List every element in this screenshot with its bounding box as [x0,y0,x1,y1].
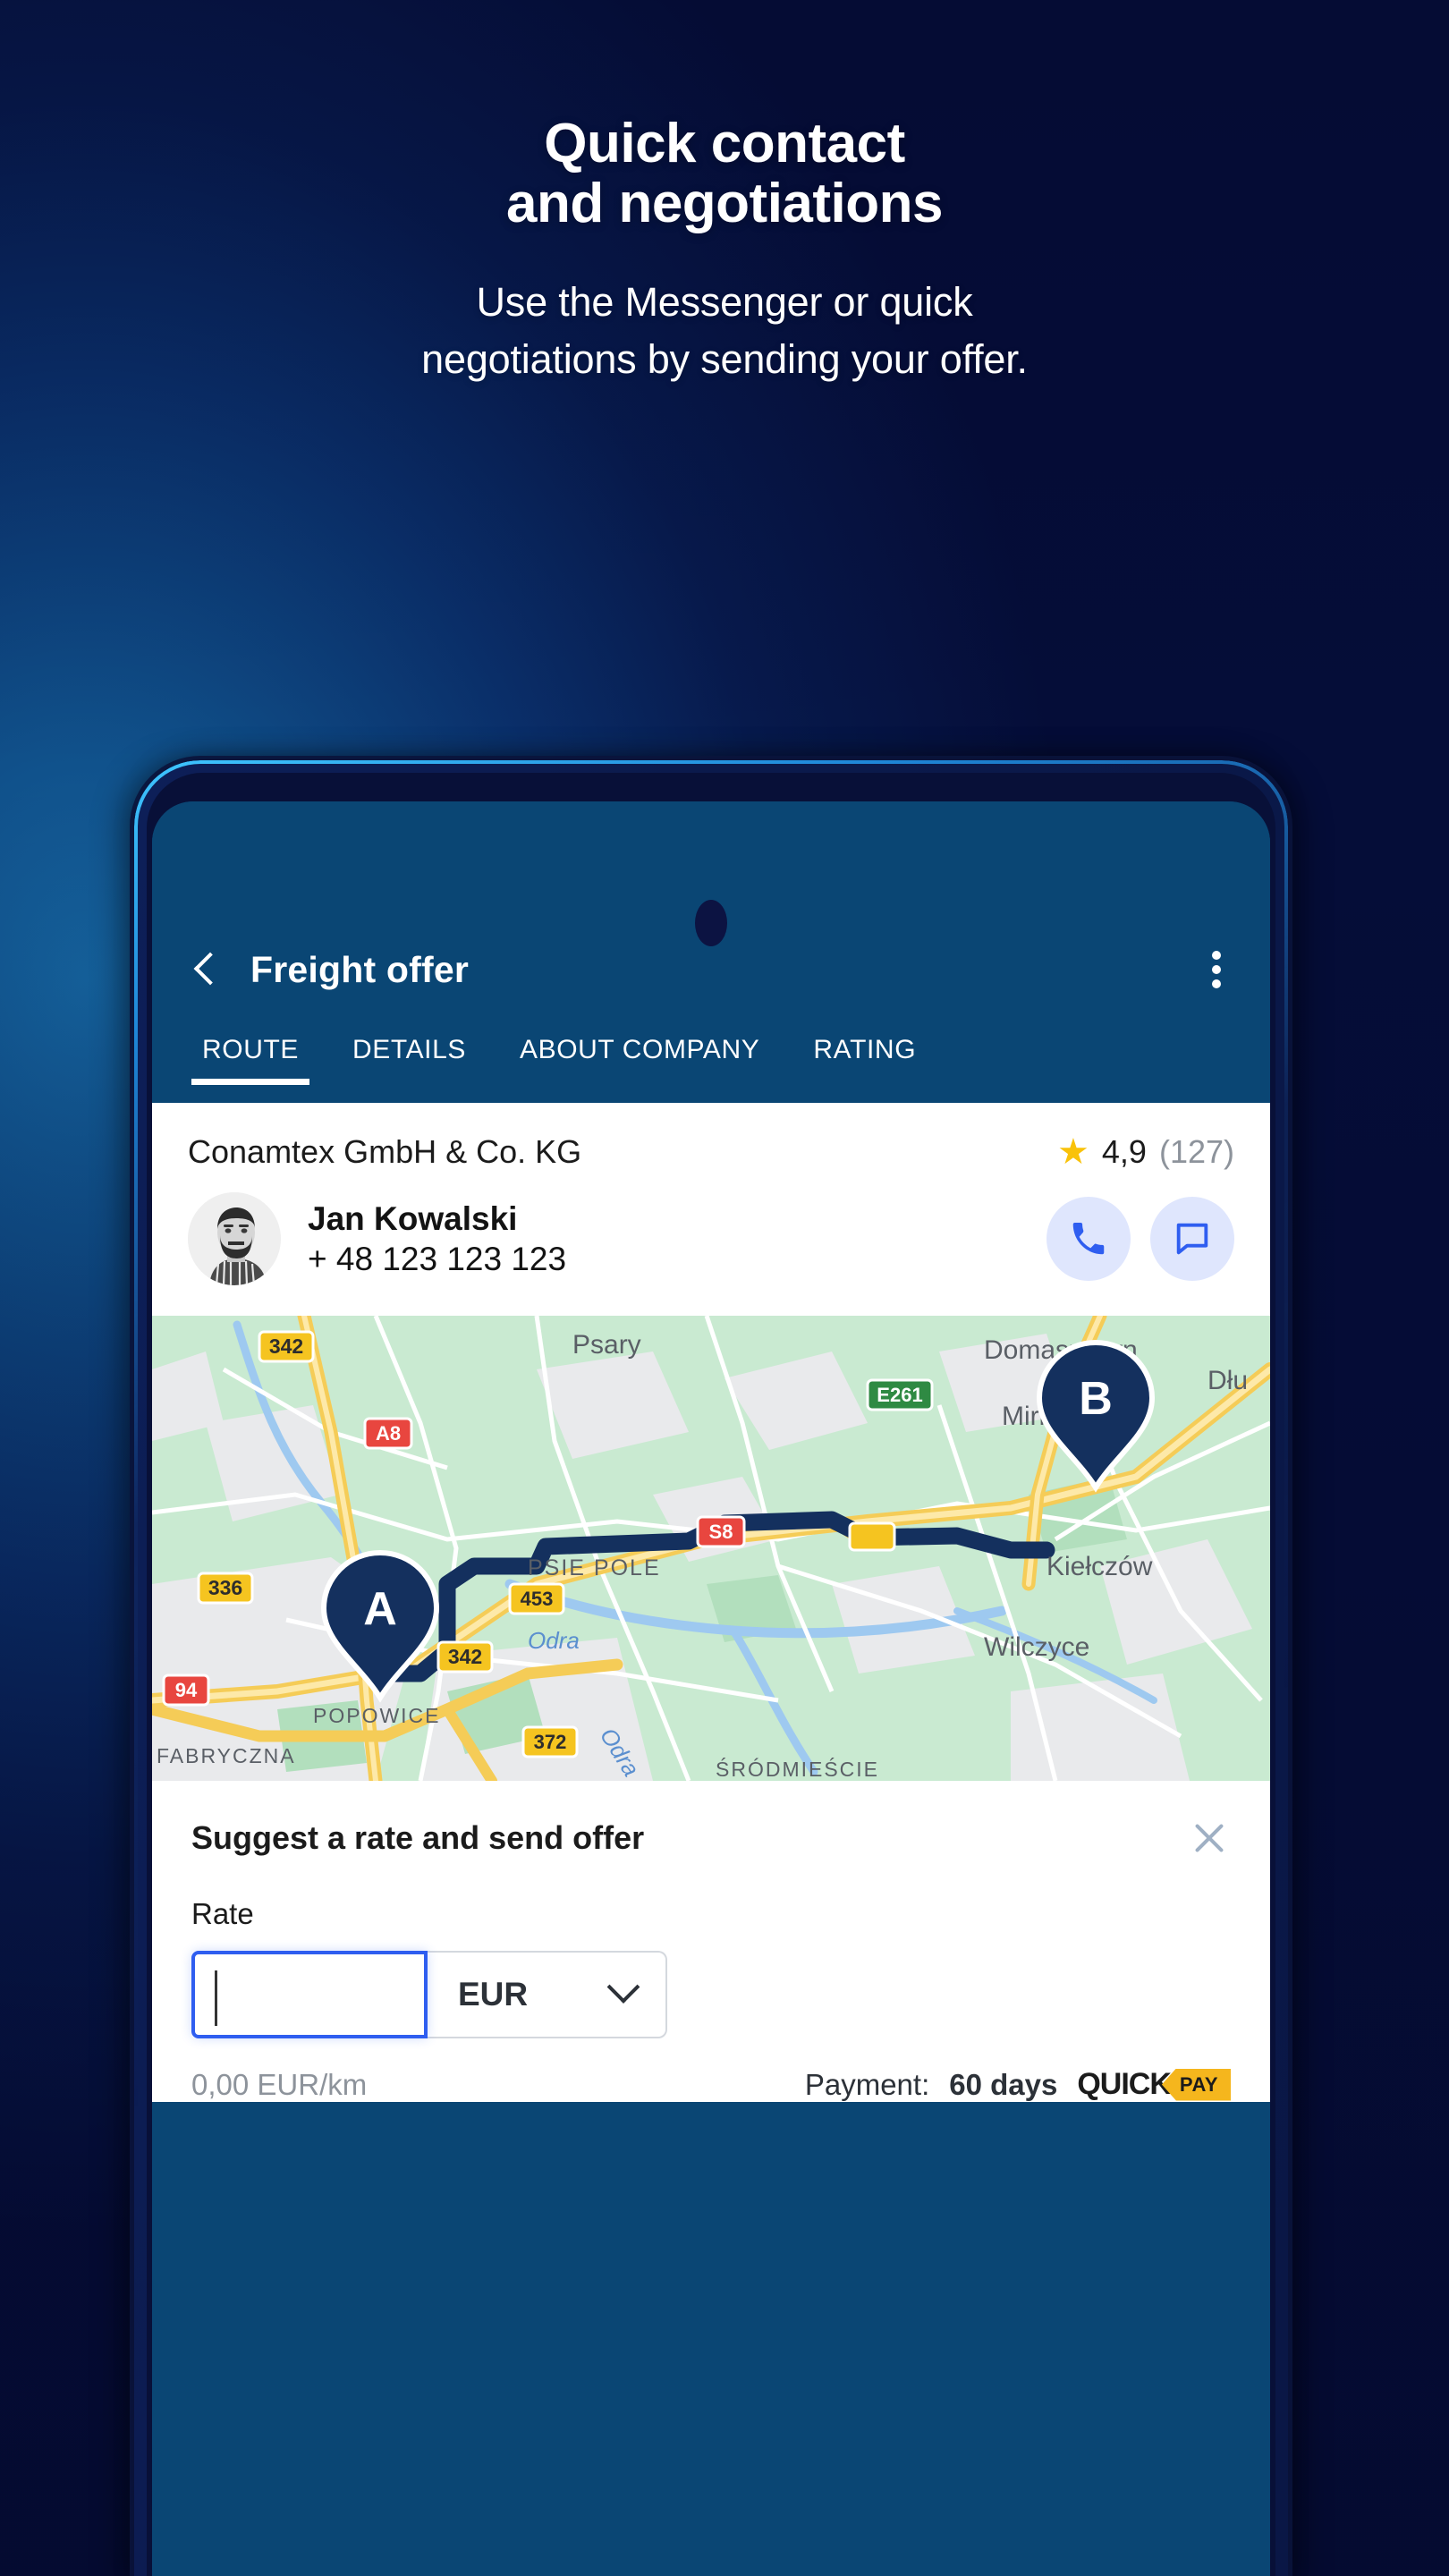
company-row: Conamtex GmbH & Co. KG ★ 4,9 (127) [152,1103,1270,1187]
call-button[interactable] [1046,1197,1131,1281]
svg-text:A8: A8 [376,1422,401,1445]
phone-mockup: Freight offer ROUTE DETAILS ABOUT COMPAN… [134,760,1288,2576]
rate-input[interactable] [191,1951,428,2038]
svg-text:PSIE POLE: PSIE POLE [528,1555,661,1580]
contact-actions [1046,1197,1234,1281]
promo-subhead: Use the Messenger or quick negotiations … [0,234,1449,388]
offer-card: Conamtex GmbH & Co. KG ★ 4,9 (127) Jan K… [152,1103,1270,2102]
svg-text:A: A [363,1583,397,1635]
kebab-menu-icon[interactable] [1195,948,1238,991]
svg-text:Odra: Odra [528,1627,580,1654]
contact-phone: + 48 123 123 123 [308,1241,567,1277]
svg-text:342: 342 [448,1645,482,1668]
svg-text:Dłu: Dłu [1208,1366,1248,1395]
text-caret [215,1970,217,2026]
svg-text:Wilczyce: Wilczyce [984,1632,1089,1662]
svg-text:E261: E261 [877,1384,922,1406]
company-name: Conamtex GmbH & Co. KG [188,1133,582,1170]
close-icon[interactable] [1188,1817,1231,1860]
suggest-rate-title: Suggest a rate and send offer [191,1819,645,1856]
svg-text:372: 372 [534,1731,567,1753]
contact-name: Jan Kowalski [308,1199,518,1237]
quickpay-brand: QUICK [1077,2067,1172,2101]
rating-count: (127) [1158,1133,1234,1170]
svg-text:94: 94 [175,1679,198,1701]
chevron-down-icon [606,1970,640,2004]
avatar [188,1192,281,1285]
promo-copy: Quick contact and negotiations Use the M… [0,0,1449,388]
contact-row: Jan Kowalski + 48 123 123 123 [152,1187,1270,1316]
svg-text:Psary: Psary [572,1330,641,1360]
promo-headline-line2: and negotiations [506,172,944,234]
payment-value: 60 days [949,2067,1058,2101]
chat-bubble-icon [1176,1223,1208,1255]
tab-details[interactable]: DETAILS [326,1030,493,1065]
promo-subhead-line2: negotiations by sending your offer. [421,335,1028,382]
rate-footer: 0,00 EUR/km Payment: 60 days QUICK PAY [191,2067,1231,2102]
road-shield: 342 [258,1330,315,1363]
quickpay-badge: QUICK PAY [1077,2067,1231,2102]
rate-per-km: 0,00 EUR/km [191,2067,368,2101]
tab-about-company[interactable]: ABOUT COMPANY [493,1030,786,1065]
svg-text:S8: S8 [709,1521,733,1543]
chat-button[interactable] [1150,1197,1234,1281]
suggest-rate-sheet: Suggest a rate and send offer Rate EUR 0… [152,1781,1270,2102]
phone-screen: Freight offer ROUTE DETAILS ABOUT COMPAN… [152,801,1270,2576]
quickpay-suffix: PAY [1161,2068,1231,2101]
rating-value: 4,9 [1101,1133,1147,1170]
currency-value: EUR [458,1976,529,2012]
promo-headline: Quick contact and negotiations [0,0,1449,234]
contact-text: Jan Kowalski + 48 123 123 123 [308,1199,566,1279]
svg-text:453: 453 [521,1588,554,1610]
svg-text:336: 336 [208,1576,242,1599]
promo-subhead-line1: Use the Messenger or quick [476,278,973,325]
rate-label: Rate [191,1897,254,1930]
chevron-left-icon[interactable] [184,950,224,989]
tab-rating[interactable]: RATING [786,1030,943,1065]
rate-row: EUR [191,1951,1231,2038]
front-camera-icon [695,900,727,946]
svg-text:FABRYCZNA: FABRYCZNA [157,1744,296,1767]
svg-text:ŚRÓDMIEŚCIE: ŚRÓDMIEŚCIE [716,1757,879,1781]
tab-route[interactable]: ROUTE [175,1030,326,1085]
promo-headline-line1: Quick contact [544,113,905,174]
payment-info: Payment: 60 days QUICK PAY [805,2067,1231,2102]
svg-text:342: 342 [269,1335,303,1358]
currency-select[interactable]: EUR [428,1951,667,2038]
svg-text:POPOWICE: POPOWICE [313,1704,441,1727]
tab-bar: ROUTE DETAILS ABOUT COMPANY RATING [152,1030,1270,1103]
star-icon: ★ [1057,1132,1089,1172]
svg-text:Kiełczów: Kiełczów [1046,1552,1153,1581]
route-map[interactable]: 342 336 94 342 A8 453 372 S8 E261 Psary … [152,1316,1270,1781]
rating-block[interactable]: ★ 4,9 (127) [1057,1133,1234,1171]
payment-label: Payment: [804,2067,930,2101]
svg-text:B: B [1079,1373,1113,1425]
phone-icon [1072,1222,1105,1255]
page-title: Freight offer [250,948,470,990]
